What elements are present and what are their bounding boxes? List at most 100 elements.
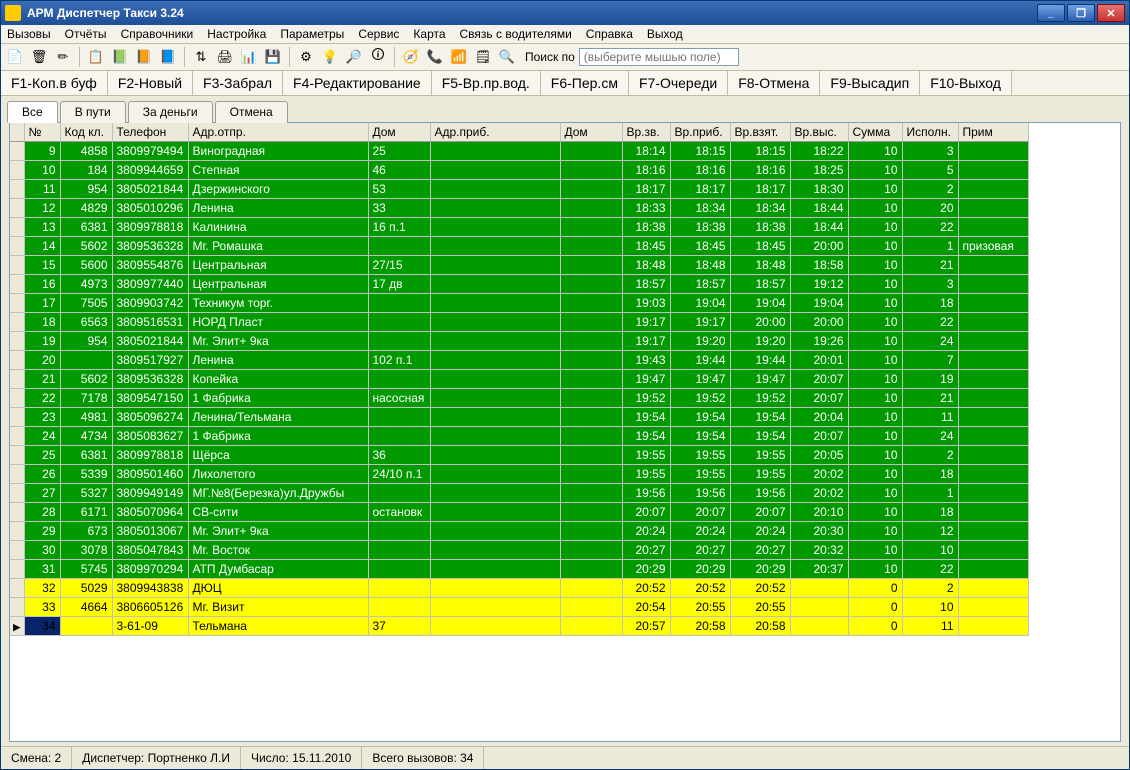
shortcut-9[interactable]: F10-Выход bbox=[920, 71, 1012, 95]
cell-num[interactable]: 9 bbox=[24, 142, 60, 161]
cell-sum[interactable]: 0 bbox=[848, 598, 902, 617]
cell-vrzv[interactable]: 19:03 bbox=[622, 294, 670, 313]
cell-num[interactable]: 34 bbox=[24, 617, 60, 636]
cell-prim[interactable] bbox=[958, 522, 1028, 541]
cell-sum[interactable]: 10 bbox=[848, 408, 902, 427]
menu-4[interactable]: Параметры bbox=[280, 27, 344, 41]
cell-isp[interactable]: 2 bbox=[902, 579, 958, 598]
cell-num[interactable]: 23 bbox=[24, 408, 60, 427]
cell-sum[interactable]: 10 bbox=[848, 218, 902, 237]
cell-tel[interactable]: 3805010296 bbox=[112, 199, 188, 218]
cell-vrvy[interactable]: 20:32 bbox=[790, 541, 848, 560]
cell-prim[interactable] bbox=[958, 161, 1028, 180]
table-row[interactable]: 3250293809943838ДЮЦ20:5220:5220:5202 bbox=[10, 579, 1028, 598]
cell-sum[interactable]: 10 bbox=[848, 522, 902, 541]
cell-num[interactable]: 20 bbox=[24, 351, 60, 370]
cell-tel[interactable]: 3809501460 bbox=[112, 465, 188, 484]
toolbar-btn-12[interactable]: 💡 bbox=[320, 47, 340, 67]
table-row[interactable]: 3346643806605126Мг. Визит20:5420:5520:55… bbox=[10, 598, 1028, 617]
cell-vrpr[interactable]: 19:17 bbox=[670, 313, 730, 332]
cell-adr1[interactable]: Мг. Элит+ 9ка bbox=[188, 522, 368, 541]
menu-6[interactable]: Карта bbox=[413, 27, 445, 41]
cell-vrvz[interactable]: 19:44 bbox=[730, 351, 790, 370]
cell-sum[interactable]: 10 bbox=[848, 465, 902, 484]
cell-sum[interactable]: 10 bbox=[848, 275, 902, 294]
search-input[interactable] bbox=[579, 48, 739, 66]
cell-adr2[interactable] bbox=[430, 446, 560, 465]
cell-adr1[interactable]: Щёрса bbox=[188, 446, 368, 465]
cell-isp[interactable]: 18 bbox=[902, 503, 958, 522]
cell-kod[interactable]: 4973 bbox=[60, 275, 112, 294]
cell-tel[interactable]: 3805083627 bbox=[112, 427, 188, 446]
cell-kod[interactable]: 5029 bbox=[60, 579, 112, 598]
cell-adr1[interactable]: Калинина bbox=[188, 218, 368, 237]
cell-vrvy[interactable]: 20:04 bbox=[790, 408, 848, 427]
cell-dom2[interactable] bbox=[560, 541, 622, 560]
shortcut-3[interactable]: F4-Редактирование bbox=[283, 71, 432, 95]
cell-tel[interactable]: 3809977440 bbox=[112, 275, 188, 294]
cell-prim[interactable] bbox=[958, 142, 1028, 161]
menu-8[interactable]: Справка bbox=[586, 27, 633, 41]
menu-1[interactable]: Отчёты bbox=[65, 27, 107, 41]
cell-vrzv[interactable]: 19:56 bbox=[622, 484, 670, 503]
cell-sum[interactable]: 10 bbox=[848, 294, 902, 313]
cell-isp[interactable]: 3 bbox=[902, 275, 958, 294]
cell-num[interactable]: 12 bbox=[24, 199, 60, 218]
table-row[interactable]: 948583809979494Виноградная2518:1418:1518… bbox=[10, 142, 1028, 161]
cell-dom1[interactable]: 53 bbox=[368, 180, 430, 199]
cell-prim[interactable] bbox=[958, 427, 1028, 446]
close-button[interactable]: ✕ bbox=[1097, 4, 1125, 22]
table-row[interactable]: 2563813809978818Щёрса3619:5519:5519:5520… bbox=[10, 446, 1028, 465]
cell-sum[interactable]: 10 bbox=[848, 446, 902, 465]
cell-tel[interactable]: 3809978818 bbox=[112, 218, 188, 237]
cell-vrvz[interactable]: 18:17 bbox=[730, 180, 790, 199]
cell-dom2[interactable] bbox=[560, 560, 622, 579]
cell-vrzv[interactable]: 18:16 bbox=[622, 161, 670, 180]
table-row[interactable]: 296733805013067Мг. Элит+ 9ка20:2420:2420… bbox=[10, 522, 1028, 541]
cell-adr1[interactable]: 1 Фабрика bbox=[188, 389, 368, 408]
cell-dom1[interactable] bbox=[368, 313, 430, 332]
column-header-3[interactable]: Адр.отпр. bbox=[188, 123, 368, 142]
toolbar-btn-8[interactable]: 🖨 bbox=[215, 47, 235, 67]
cell-adr1[interactable]: Степная bbox=[188, 161, 368, 180]
cell-tel[interactable]: 3809970294 bbox=[112, 560, 188, 579]
cell-dom2[interactable] bbox=[560, 332, 622, 351]
cell-tel[interactable]: 3805013067 bbox=[112, 522, 188, 541]
cell-vrvz[interactable]: 20:27 bbox=[730, 541, 790, 560]
cell-dom1[interactable] bbox=[368, 522, 430, 541]
cell-isp[interactable]: 22 bbox=[902, 560, 958, 579]
cell-vrpr[interactable]: 19:47 bbox=[670, 370, 730, 389]
cell-prim[interactable] bbox=[958, 180, 1028, 199]
cell-prim[interactable] bbox=[958, 256, 1028, 275]
cell-vrvz[interactable]: 19:04 bbox=[730, 294, 790, 313]
cell-adr1[interactable]: Мг. Ромашка bbox=[188, 237, 368, 256]
cell-isp[interactable]: 18 bbox=[902, 465, 958, 484]
cell-sum[interactable]: 0 bbox=[848, 617, 902, 636]
cell-isp[interactable]: 19 bbox=[902, 370, 958, 389]
cell-adr2[interactable] bbox=[430, 484, 560, 503]
cell-dom1[interactable] bbox=[368, 237, 430, 256]
cell-dom2[interactable] bbox=[560, 617, 622, 636]
table-row[interactable]: 3157453809970294АТП Думбасар20:2920:2920… bbox=[10, 560, 1028, 579]
cell-prim[interactable] bbox=[958, 598, 1028, 617]
column-header-11[interactable]: Сумма bbox=[848, 123, 902, 142]
table-row[interactable]: 1775053809903742Техникум торг.19:0319:04… bbox=[10, 294, 1028, 313]
cell-vrvz[interactable]: 19:55 bbox=[730, 446, 790, 465]
cell-adr2[interactable] bbox=[430, 465, 560, 484]
grid-container[interactable]: №Код кл.ТелефонАдр.отпр.ДомАдр.приб.ДомВ… bbox=[9, 122, 1121, 742]
cell-adr2[interactable] bbox=[430, 313, 560, 332]
toolbar-btn-9[interactable]: 📊 bbox=[239, 47, 259, 67]
cell-vrpr[interactable]: 20:27 bbox=[670, 541, 730, 560]
cell-num[interactable]: 30 bbox=[24, 541, 60, 560]
cell-adr2[interactable] bbox=[430, 370, 560, 389]
cell-adr1[interactable]: Центральная bbox=[188, 256, 368, 275]
cell-adr1[interactable]: Ленина bbox=[188, 351, 368, 370]
shortcut-6[interactable]: F7-Очереди bbox=[629, 71, 728, 95]
cell-sum[interactable]: 10 bbox=[848, 484, 902, 503]
cell-num[interactable]: 13 bbox=[24, 218, 60, 237]
cell-vrpr[interactable]: 18:57 bbox=[670, 275, 730, 294]
cell-num[interactable]: 25 bbox=[24, 446, 60, 465]
cell-tel[interactable]: 3809536328 bbox=[112, 237, 188, 256]
table-row[interactable]: 1865633809516531НОРД Пласт19:1719:1720:0… bbox=[10, 313, 1028, 332]
cell-prim[interactable] bbox=[958, 579, 1028, 598]
